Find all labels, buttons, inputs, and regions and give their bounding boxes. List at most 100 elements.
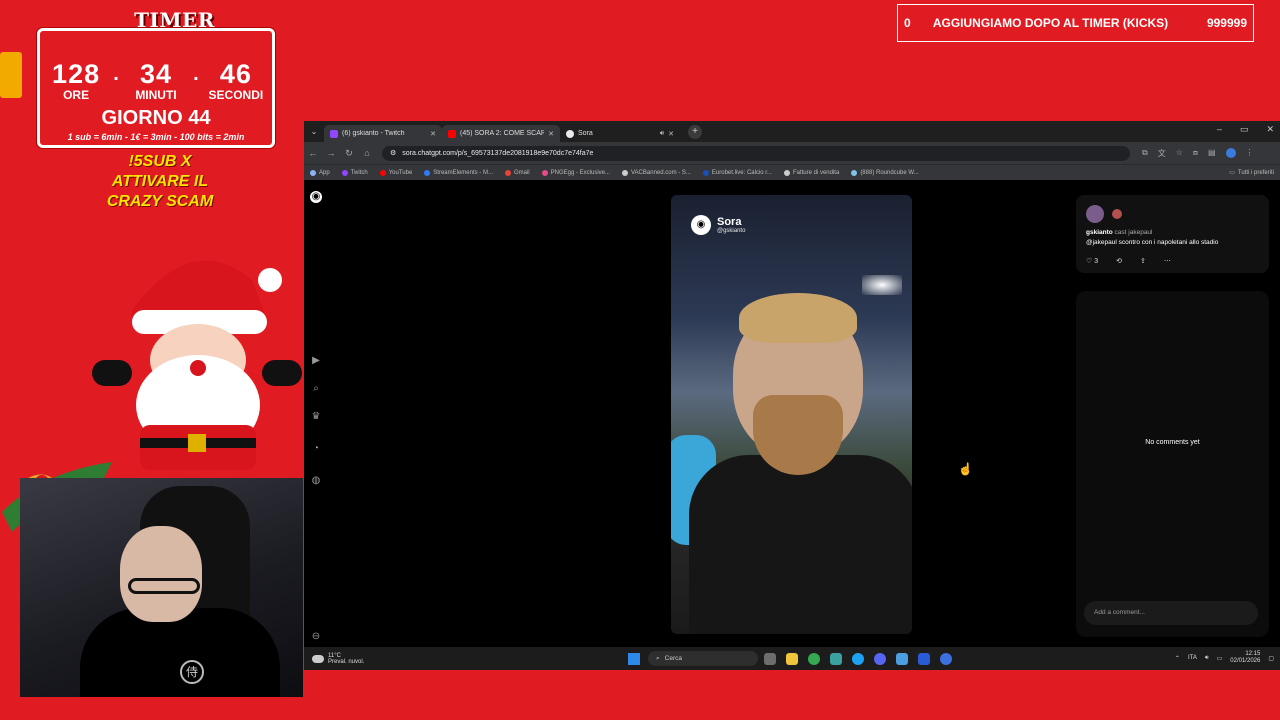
edge-icon[interactable] xyxy=(852,652,864,665)
notifications-icon[interactable]: ▢ xyxy=(1268,655,1274,662)
folder-icon: ▭ xyxy=(1229,170,1235,176)
steam-icon[interactable] xyxy=(918,652,930,665)
remix-icon[interactable]: ⟲ xyxy=(1116,257,1122,265)
bookmark-gmail[interactable]: Gmail xyxy=(504,169,530,176)
search-label: Cerca xyxy=(664,655,682,662)
tab-twitch[interactable]: (6) gskianto - Twitch ✕ xyxy=(324,125,442,142)
sora-logo-icon[interactable]: ◉ xyxy=(310,191,322,203)
bookmark-label: StreamElements - M... xyxy=(433,169,493,176)
notifications-icon[interactable]: ◔ xyxy=(310,443,322,455)
bookmark-roundcube[interactable]: (888) Roundcube W... xyxy=(851,169,919,176)
taskbar: 11°C Preval. nuvol. ⌕ Cerca ⌃ ITA 🔊︎ ▭ 1… xyxy=(304,647,1280,670)
chrome-icon[interactable] xyxy=(808,652,820,665)
windows-start-icon[interactable] xyxy=(628,652,640,665)
tab-label: (6) gskianto - Twitch xyxy=(342,130,405,137)
bookmark-label: Tutti i preferiti xyxy=(1237,169,1274,176)
weather-desc: Preval. nuvol. xyxy=(328,658,365,665)
clock[interactable]: 12:15 02/01/2026 xyxy=(1230,651,1260,665)
bookmark-youtube[interactable]: YouTube xyxy=(379,169,413,176)
bookmark-star-icon[interactable]: ☆ xyxy=(1176,148,1183,159)
obs-icon[interactable] xyxy=(940,652,952,665)
close-window-icon[interactable]: ✕ xyxy=(1266,124,1274,135)
weather-widget[interactable]: 11°C Preval. nuvol. xyxy=(304,653,604,665)
volume-icon[interactable]: 🔊︎ xyxy=(1205,655,1209,662)
video-username: @gskianto xyxy=(717,228,746,234)
more-options-icon[interactable]: ⋯ xyxy=(1164,257,1171,265)
author-name[interactable]: gskianto xyxy=(1086,229,1113,236)
timer-day: GIORNO 44 xyxy=(101,107,211,129)
language-indicator[interactable]: ITA xyxy=(1188,655,1197,661)
install-app-icon[interactable]: ⧉ xyxy=(1142,148,1148,159)
shirt-logo-icon: 侍 xyxy=(180,660,204,684)
home-icon[interactable]: ⌂ xyxy=(358,148,376,158)
chevron-up-icon[interactable]: ⌃ xyxy=(1175,655,1180,662)
bookmark-apps[interactable]: App xyxy=(310,169,330,176)
network-icon[interactable]: ▭ xyxy=(1217,655,1223,662)
comment-input[interactable]: Add a comment... xyxy=(1084,601,1258,625)
explore-icon[interactable]: ▶ xyxy=(310,355,322,367)
clock-time: 12:15 xyxy=(1245,651,1261,657)
taskbar-search[interactable]: ⌕ Cerca xyxy=(648,651,758,666)
webcam-feed: 侍 xyxy=(20,478,303,697)
task-view-icon[interactable] xyxy=(764,652,776,665)
close-tab-icon[interactable]: ✕ xyxy=(430,130,436,138)
extensions-icon[interactable]: ⧈ xyxy=(1193,148,1198,159)
url-input[interactable]: ⚙ sora.chatgpt.com/p/s_69573137de2081918… xyxy=(382,145,1130,161)
kicks-target: 999999 xyxy=(1206,16,1247,30)
no-comments-text: No comments yet xyxy=(1145,439,1200,446)
bookmark-label: Twitch xyxy=(350,169,368,176)
cast-avatar[interactable] xyxy=(1112,209,1122,219)
back-icon[interactable]: ← xyxy=(304,148,322,158)
bookmark-eurobet[interactable]: Eurobet.live: Calcio r... xyxy=(702,169,772,176)
avatar[interactable] xyxy=(1086,205,1104,223)
new-tab-button[interactable]: + xyxy=(688,124,702,139)
share-icon[interactable]: ⇪ xyxy=(1140,257,1146,265)
bookmark-streamelements[interactable]: StreamElements - M... xyxy=(424,169,493,176)
video-player[interactable]: ◉ Sora @gskianto xyxy=(671,195,912,634)
bookmark-twitch[interactable]: Twitch xyxy=(341,169,368,176)
timer-separator: . xyxy=(113,63,119,85)
bookmark-label: YouTube xyxy=(388,169,413,176)
tab-sora[interactable]: Sora 🔊︎ ✕ xyxy=(560,125,680,142)
kicks-title: AGGIUNGIAMO DOPO AL TIMER (KICKS) xyxy=(932,16,1169,30)
bookmark-pngegg[interactable]: PNGEgg - Exclusive... xyxy=(541,169,610,176)
close-tab-icon[interactable]: ✕ xyxy=(668,130,674,138)
file-explorer-icon[interactable] xyxy=(786,652,798,665)
bookmark-all[interactable]: ▭ Tutti i preferiti xyxy=(1229,169,1274,177)
forward-icon[interactable]: → xyxy=(322,148,340,158)
globe-icon xyxy=(783,169,790,176)
site-info-icon[interactable]: ⚙ xyxy=(390,149,396,157)
like-button[interactable]: ♡ 3 xyxy=(1086,257,1098,265)
sub-goal-line: !5SUB X xyxy=(128,153,192,170)
sub-goal-text: !5SUB X ATTIVARE IL CRAZY SCAM xyxy=(80,152,240,212)
bookmark-label: App xyxy=(319,169,330,176)
trophy-icon[interactable]: ♛ xyxy=(310,411,322,423)
app-icon[interactable] xyxy=(896,652,908,665)
translate-icon[interactable]: 文 xyxy=(1158,148,1166,159)
tab-label: (45) SORA 2: COME SCARICARE xyxy=(460,130,545,137)
youtube-icon xyxy=(448,129,456,138)
menu-icon[interactable]: ⋮ xyxy=(1246,148,1254,159)
app-icon[interactable] xyxy=(830,652,842,665)
settings-icon[interactable]: ⊖ xyxy=(310,631,322,643)
bookmark-fatture[interactable]: Fatture di vendita xyxy=(783,169,839,176)
tab-youtube[interactable]: (45) SORA 2: COME SCARICARE ✕ xyxy=(442,125,560,142)
bookmark-label: (888) Roundcube W... xyxy=(860,169,919,176)
profile-avatar[interactable] xyxy=(1225,147,1236,158)
reload-icon[interactable]: ↻ xyxy=(340,148,358,159)
cast-label[interactable]: cast jakepaul xyxy=(1115,229,1153,236)
like-count: 3 xyxy=(1094,258,1099,265)
tab-cast-icon[interactable]: ▤ xyxy=(1208,148,1216,159)
bookmark-vacbanned[interactable]: VACBanned.com - S... xyxy=(622,169,691,176)
kicks-counter: 0 AGGIUNGIAMO DOPO AL TIMER (KICKS) 9999… xyxy=(897,4,1254,42)
profile-icon[interactable]: ◍ xyxy=(310,475,322,487)
cloud-icon xyxy=(312,654,324,663)
maximize-icon[interactable]: ▭ xyxy=(1240,124,1249,135)
minimize-icon[interactable]: – xyxy=(1217,124,1222,135)
mute-icon[interactable]: 🔊︎ xyxy=(660,130,664,138)
discord-icon[interactable] xyxy=(874,652,886,665)
close-tab-icon[interactable]: ✕ xyxy=(548,130,554,138)
tab-search-icon[interactable]: ⌄ xyxy=(304,127,324,136)
timer-separator: . xyxy=(193,63,199,85)
search-icon[interactable]: ⌕ xyxy=(310,383,322,395)
